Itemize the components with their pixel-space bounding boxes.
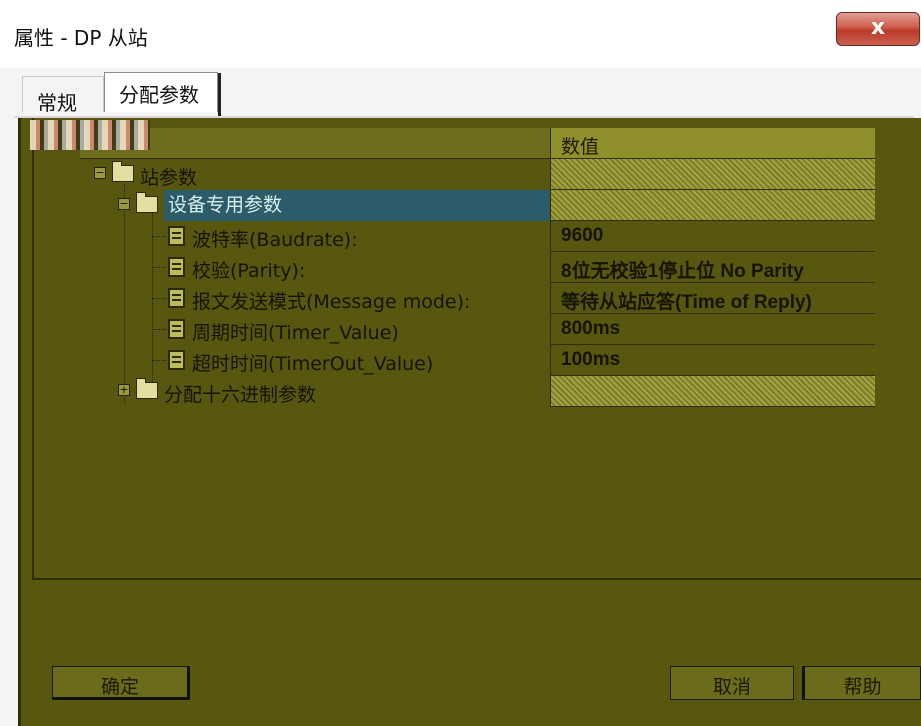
properties-dialog: 属性 - DP 从站 x 常规 分配参数 数值 − 站参数 − 设备专用参数 波… [0, 0, 921, 726]
document-icon [168, 226, 185, 246]
param-row-parity[interactable]: 校验(Parity): 8位无校验1停止位 No Parity [80, 252, 875, 283]
close-button[interactable]: x [836, 12, 920, 46]
tree-row-station-params[interactable]: − 站参数 [80, 159, 875, 190]
close-icon: x [870, 15, 886, 40]
tree-row-device-params[interactable]: − 设备专用参数 [80, 190, 875, 221]
parameter-grid: 数值 − 站参数 − 设备专用参数 波特率(Baudrate): 9600 校验… [30, 120, 875, 408]
row-label: 波特率(Baudrate): [192, 229, 358, 251]
tab-content-panel: 数值 − 站参数 − 设备专用参数 波特率(Baudrate): 9600 校验… [18, 118, 921, 726]
row-value [550, 159, 875, 190]
help-button[interactable]: 帮助 [802, 666, 921, 700]
row-value[interactable]: 100ms [550, 345, 875, 376]
column-header-value[interactable]: 数值 [550, 128, 875, 159]
folder-icon [136, 378, 158, 399]
title-bar: 属性 - DP 从站 x [0, 0, 921, 68]
row-label: 设备专用参数 [164, 190, 550, 221]
row-value [550, 376, 875, 407]
tree-line [152, 267, 166, 268]
dialog-body: 常规 分配参数 数值 − 站参数 − 设备专用参数 波特率(Baudrate):… [0, 68, 921, 726]
folder-icon [136, 192, 158, 213]
expand-icon[interactable]: + [118, 384, 130, 396]
tab-general[interactable]: 常规 [22, 76, 104, 115]
collapse-icon[interactable]: − [118, 198, 130, 210]
document-icon [168, 257, 185, 277]
row-label: 报文发送模式(Message mode): [192, 291, 471, 313]
tree-line [152, 236, 166, 237]
collapse-icon[interactable]: − [94, 167, 106, 179]
row-label: 超时时间(TimerOut_Value) [192, 353, 434, 375]
row-value [550, 190, 875, 221]
row-label: 校验(Parity): [192, 260, 306, 282]
ok-button[interactable]: 确定 [52, 666, 190, 700]
document-icon [168, 319, 185, 339]
param-row-message-mode[interactable]: 报文发送模式(Message mode): 等待从站应答(Time of Rep… [80, 283, 875, 314]
tab-assign-params[interactable]: 分配参数 [104, 72, 221, 117]
document-icon [168, 288, 185, 308]
window-title: 属性 - DP 从站 [14, 26, 148, 50]
document-icon [168, 350, 185, 370]
panel-inner-rule [32, 578, 921, 580]
row-value[interactable]: 等待从站应答(Time of Reply) [550, 283, 875, 314]
cancel-button[interactable]: 取消 [670, 666, 794, 700]
tree-line [152, 298, 166, 299]
tree-line [152, 360, 166, 361]
param-row-timer-value[interactable]: 周期时间(Timer_Value) 800ms [80, 314, 875, 345]
param-row-baudrate[interactable]: 波特率(Baudrate): 9600 [80, 221, 875, 252]
tree-row-hex-params[interactable]: + 分配十六进制参数 [80, 376, 875, 407]
panel-left-border [18, 118, 21, 726]
tree-line [152, 329, 166, 330]
row-value[interactable]: 8位无校验1停止位 No Parity [550, 252, 875, 283]
panel-inner-left-border [32, 118, 34, 580]
folder-icon [112, 161, 134, 182]
row-value[interactable]: 800ms [550, 314, 875, 345]
header-glitch [30, 120, 150, 150]
column-header-param[interactable] [30, 120, 550, 159]
row-value[interactable]: 9600 [550, 221, 875, 252]
param-row-timeout-value[interactable]: 超时时间(TimerOut_Value) 100ms [80, 345, 875, 376]
row-label: 周期时间(Timer_Value) [192, 322, 399, 344]
row-label: 站参数 [140, 167, 198, 189]
row-label: 分配十六进制参数 [164, 384, 317, 406]
